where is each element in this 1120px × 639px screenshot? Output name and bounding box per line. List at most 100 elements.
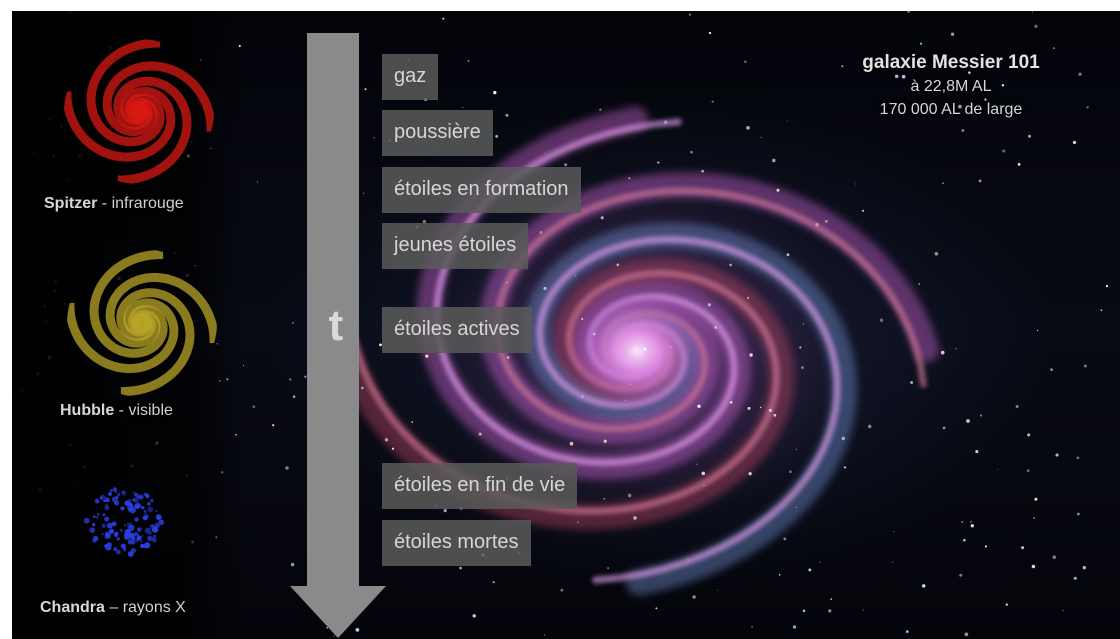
xray-source (135, 538, 139, 543)
xray-source (102, 513, 106, 517)
time-axis-label: t (328, 301, 344, 350)
star (714, 326, 717, 329)
star (795, 507, 797, 509)
stage-jeunes-etoiles: jeunes étoiles (382, 223, 529, 269)
star (252, 405, 256, 408)
star (1055, 453, 1059, 457)
star (272, 424, 275, 427)
star (749, 353, 753, 357)
xray-source (135, 493, 140, 498)
star (1105, 284, 1109, 288)
star (802, 609, 806, 613)
xray-source (155, 509, 158, 513)
star (891, 561, 894, 563)
star (955, 348, 957, 350)
star (1052, 47, 1055, 49)
xray-source (114, 531, 119, 536)
star (364, 88, 367, 91)
star (867, 424, 872, 429)
star (624, 399, 627, 401)
xray-source (122, 490, 125, 494)
xray-source (95, 515, 99, 520)
star (292, 395, 296, 398)
star (425, 354, 429, 358)
star (603, 439, 607, 443)
star (384, 438, 389, 442)
star (361, 386, 364, 390)
xray-source (149, 524, 155, 529)
star (1026, 469, 1030, 473)
star (893, 530, 895, 533)
star (633, 516, 637, 520)
xray-source (111, 521, 117, 527)
star (627, 493, 632, 498)
star (918, 283, 920, 285)
star (707, 303, 711, 307)
star (564, 163, 568, 167)
xray-source (111, 496, 118, 503)
star (799, 346, 802, 349)
star (701, 471, 706, 476)
star (748, 472, 752, 476)
star (751, 626, 753, 628)
star (629, 383, 631, 385)
xray-source (101, 532, 104, 536)
star (1076, 456, 1080, 460)
spitzer-infrared-galaxy-image (64, 39, 214, 184)
star (696, 463, 698, 465)
star (495, 135, 498, 138)
star (506, 355, 510, 359)
galaxy-width: 170 000 AL de large (879, 101, 1023, 118)
xray-source (144, 512, 147, 515)
star (808, 568, 812, 572)
xray-source (144, 514, 150, 519)
star (1027, 433, 1031, 437)
star (478, 432, 482, 436)
star (289, 378, 292, 381)
xray-source (126, 522, 133, 528)
time-arrow-head (290, 586, 386, 638)
chandra-label: Chandra – rayons X (40, 599, 186, 616)
xray-source (120, 506, 125, 511)
star (729, 400, 733, 404)
star (1073, 576, 1077, 580)
xray-source (89, 527, 96, 533)
xray-source (134, 517, 139, 522)
xray-source (147, 501, 151, 506)
star (843, 466, 847, 469)
xray-source (104, 497, 110, 503)
xray-source (143, 493, 146, 496)
xray-source (104, 505, 110, 511)
star (373, 137, 375, 139)
star (959, 573, 963, 577)
xray-source (145, 493, 150, 499)
xray-source (134, 503, 140, 510)
xray-source (94, 498, 100, 504)
xray-source (101, 523, 106, 528)
stage-etoiles-en-formation: étoiles en formation (382, 167, 581, 213)
star (760, 136, 762, 138)
xray-source (117, 492, 121, 497)
xray-source (119, 528, 123, 532)
xray-source (156, 516, 160, 520)
xray-source (116, 537, 121, 541)
star (970, 521, 972, 523)
xray-source (141, 534, 144, 537)
star (984, 545, 987, 548)
star (285, 466, 289, 470)
xray-source (126, 498, 132, 504)
xray-source (106, 541, 113, 548)
star (1015, 405, 1019, 408)
star (1083, 364, 1087, 368)
star (879, 318, 884, 322)
star (783, 537, 787, 541)
hubble-visible-galaxy-image (67, 250, 217, 396)
star (290, 562, 295, 567)
star (575, 274, 577, 277)
xray-source (92, 515, 96, 519)
star (242, 364, 245, 366)
star (603, 497, 606, 500)
star (997, 469, 999, 470)
spitzer-label: Spitzer - infrarouge (44, 195, 184, 212)
star (802, 323, 804, 325)
